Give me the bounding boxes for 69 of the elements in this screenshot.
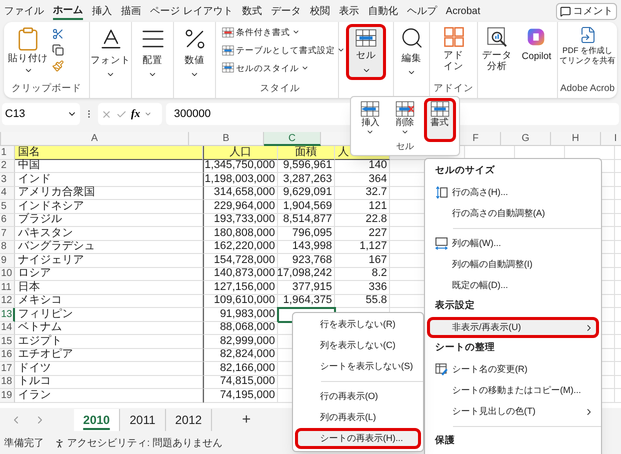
table-cell: インド — [15, 173, 203, 186]
table-cell: 162,220,000 — [203, 240, 278, 254]
table-cell: 314,658,000 — [203, 186, 278, 200]
table-cell: 8.2 — [335, 268, 390, 281]
menu-section-header: シートの整理 — [435, 341, 495, 356]
table-cell: フィリピン — [15, 308, 203, 322]
table-cell: バングラデシュ — [15, 240, 203, 254]
group-label: セル — [396, 142, 414, 151]
group-label: スタイル — [260, 84, 300, 96]
table-cell: インドネシア — [15, 200, 203, 214]
table-cell: 日本 — [15, 281, 203, 294]
table-cell: 377,915 — [278, 281, 335, 294]
table-cell: 167 — [335, 254, 390, 268]
table-cell: 229,964,000 — [203, 200, 278, 214]
table-cell: 127,156,000 — [203, 281, 278, 294]
table-cell: 82,824,000 — [203, 348, 278, 362]
group-label: アドイン — [434, 84, 474, 96]
table-cell: 9,596,961 — [278, 160, 335, 173]
table-cell: 55.8 — [335, 294, 390, 308]
table-cell: ブラジル — [15, 214, 203, 227]
table-cell: 1,964,375 — [278, 294, 335, 308]
table-cell: 121 — [335, 200, 390, 214]
table-cell: 154,728,000 — [203, 254, 278, 268]
table-cell: 364 — [335, 173, 390, 186]
table-cell: 32.7 — [335, 186, 390, 200]
table-cell: 193,733,000 — [203, 214, 278, 227]
table-cell: 22.8 — [335, 214, 390, 227]
status-text: 準備完了 — [4, 436, 44, 450]
menu-section-header: 表示設定 — [435, 299, 475, 314]
table-cell: 82,999,000 — [203, 335, 278, 348]
table-cell: 8,514,877 — [278, 214, 335, 227]
table-cell: 91,983,000 — [203, 308, 278, 322]
table-cell: ナイジェリア — [15, 254, 203, 268]
table-cell: 74,815,000 — [203, 376, 278, 389]
table-cell: 1,345,750,000 — [203, 160, 278, 173]
group-label: クリップボード — [12, 84, 82, 96]
table-cell: 796,095 — [278, 227, 335, 240]
table-cell: アメリカ合衆国 — [15, 186, 203, 200]
table-cell: 82,166,000 — [203, 362, 278, 376]
table-cell: 336 — [335, 281, 390, 294]
table-cell: 1,127 — [335, 240, 390, 254]
table-cell: 143,998 — [278, 240, 335, 254]
table-cell: 180,808,000 — [203, 227, 278, 240]
table-cell: 923,768 — [278, 254, 335, 268]
menu-section-header: セルのサイズ — [435, 164, 495, 178]
table-cell: 17,098,242 — [278, 268, 335, 281]
table-cell: 1,198,003,000 — [203, 173, 278, 186]
table-cell: 140 — [335, 160, 390, 173]
table-cell: 面積 — [278, 146, 335, 160]
table-cell: エジプト — [15, 335, 203, 348]
table-cell: 1,904,569 — [278, 200, 335, 214]
table-cell: 国名 — [15, 146, 203, 160]
table-cell: 3,287,263 — [278, 173, 335, 186]
table-cell: パキスタン — [15, 227, 203, 240]
table-cell: ベトナム — [15, 322, 203, 335]
table-cell: 人口 — [203, 146, 278, 160]
table-cell: 9,629,091 — [278, 186, 335, 200]
table-cell: トルコ — [15, 376, 203, 389]
table-cell: 中国 — [15, 160, 203, 173]
table-cell: 88,068,000 — [203, 322, 278, 335]
menu-section-header: 保護 — [435, 434, 455, 448]
table-cell: ドイツ — [15, 362, 203, 376]
table-cell: メキシコ — [15, 294, 203, 308]
group-label: Adobe Acrob — [560, 84, 615, 96]
table-cell: 140,873,000 — [203, 268, 278, 281]
table-cell: エチオピア — [15, 348, 203, 362]
table-cell: 109,610,000 — [203, 294, 278, 308]
table-cell: ロシア — [15, 268, 203, 281]
table-cell: 227 — [335, 227, 390, 240]
